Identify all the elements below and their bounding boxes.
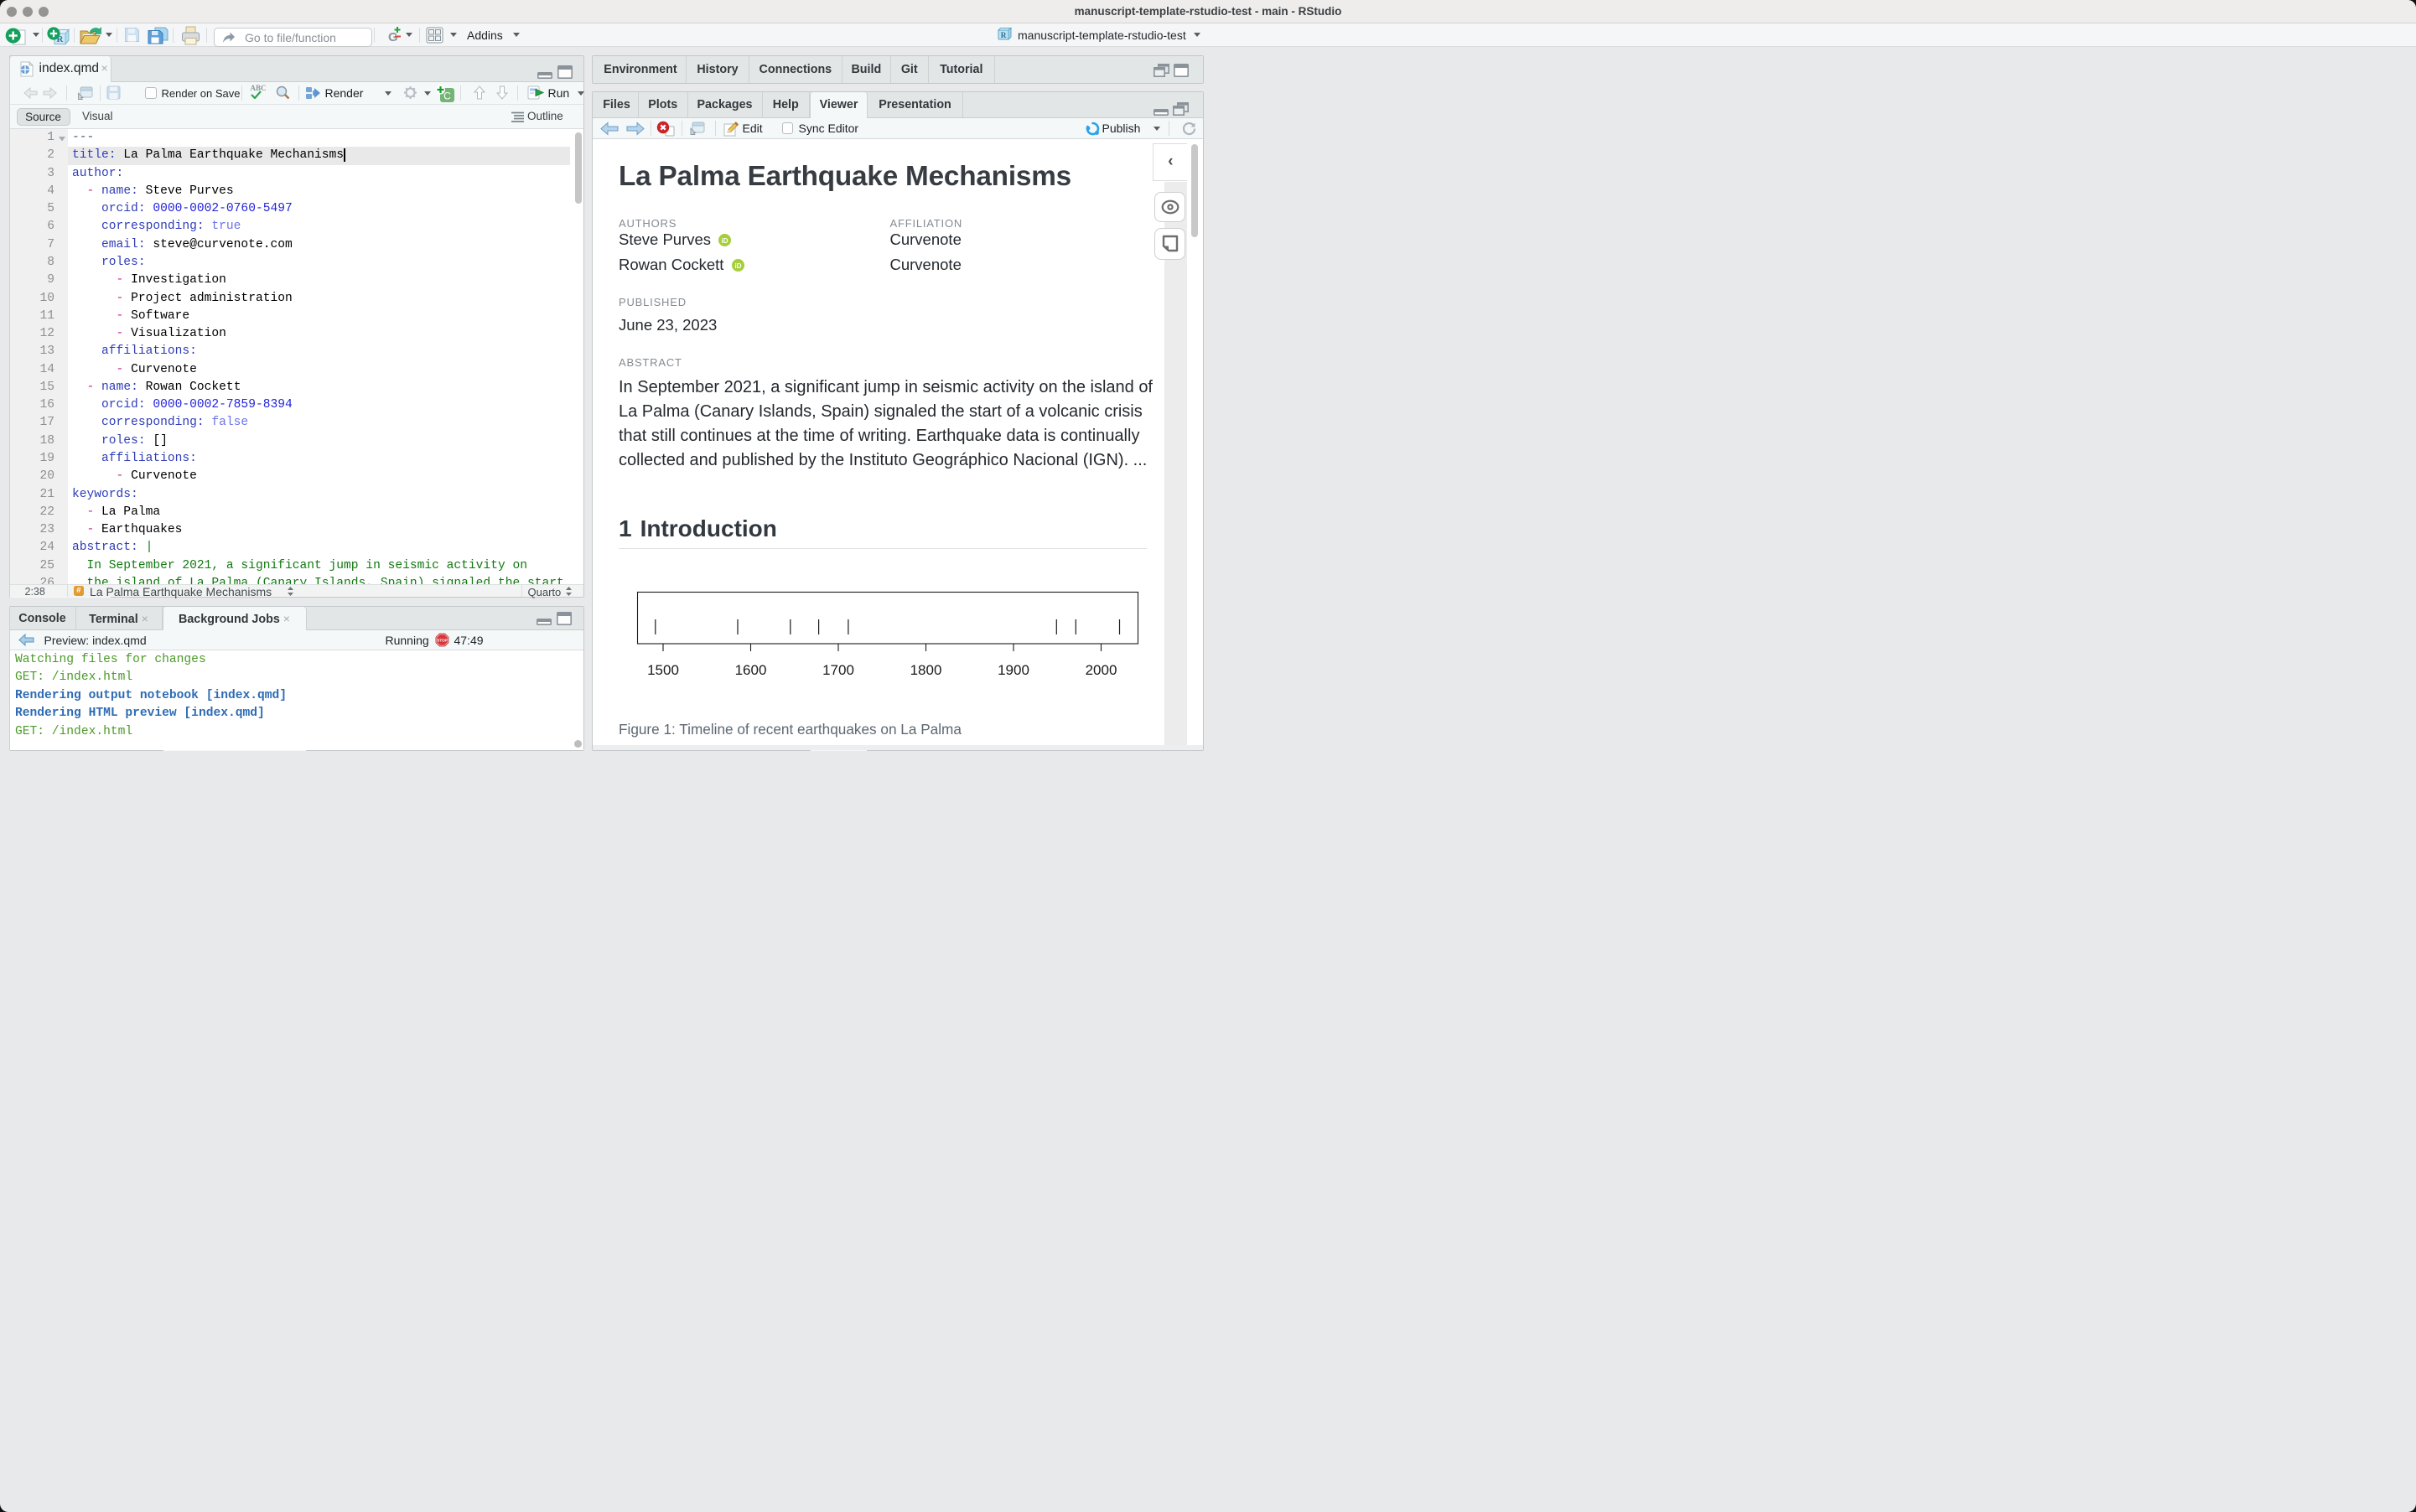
svg-text:iD: iD — [734, 262, 741, 270]
svg-text:1900: 1900 — [998, 662, 1029, 678]
svg-text:STOP: STOP — [437, 639, 447, 643]
svg-text:1700: 1700 — [822, 662, 854, 678]
svg-text:iD: iD — [722, 236, 728, 244]
svg-text:2000: 2000 — [1086, 662, 1117, 678]
svg-text:R: R — [1001, 32, 1007, 40]
svg-text:1800: 1800 — [910, 662, 942, 678]
svg-text:1600: 1600 — [735, 662, 767, 678]
svg-text:C: C — [443, 90, 451, 101]
svg-text:1500: 1500 — [647, 662, 679, 678]
